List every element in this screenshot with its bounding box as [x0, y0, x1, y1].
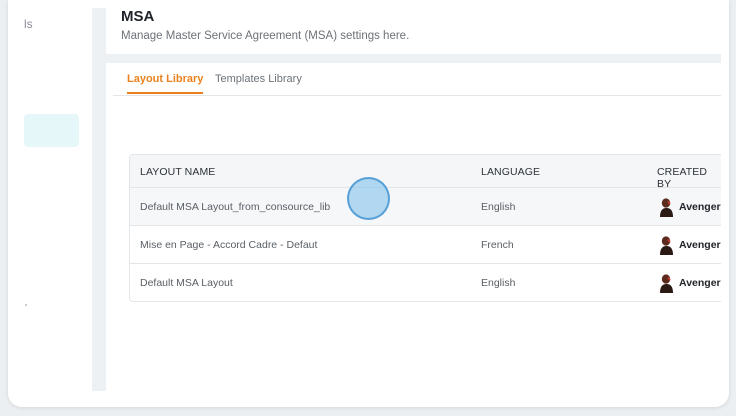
user-avatar-icon	[658, 197, 675, 217]
column-header-language[interactable]: LANGUAGE	[481, 166, 540, 178]
page-subtitle: Manage Master Service Agreement (MSA) se…	[121, 30, 410, 42]
user-avatar-icon	[658, 273, 675, 293]
table-row[interactable]: Default MSA Layout_from_consource_lib En…	[130, 188, 721, 226]
created-by-cell: Avenger	[658, 235, 721, 255]
user-avatar-icon	[658, 235, 675, 255]
language-cell: English	[481, 277, 516, 289]
column-header-layout-name[interactable]: LAYOUT NAME	[140, 166, 215, 178]
table-row[interactable]: Default MSA Layout English Avenger	[130, 264, 721, 301]
sidebar: ls	[8, 0, 93, 407]
click-indicator	[347, 177, 390, 220]
layout-name-cell: Default MSA Layout	[140, 277, 233, 289]
layouts-table: LAYOUT NAME LANGUAGE CREATED BY Default …	[129, 154, 721, 302]
layout-name-cell: Mise en Page - Accord Cadre - Defaut	[140, 239, 318, 251]
layout-name-cell: Default MSA Layout_from_consource_lib	[140, 201, 331, 213]
main-content: MSA Manage Master Service Agreement (MSA…	[106, 0, 721, 407]
tab-templates-library[interactable]: Templates Library	[215, 73, 302, 92]
creator-name: Avenger	[679, 239, 721, 251]
tab-layout-library[interactable]: Layout Library	[127, 73, 204, 94]
sidebar-divider	[92, 8, 106, 391]
page-title: MSA	[121, 8, 155, 25]
created-by-cell: Avenger	[658, 273, 721, 293]
table-row[interactable]: Mise en Page - Accord Cadre - Defaut Fre…	[130, 226, 721, 264]
header-divider	[106, 54, 721, 63]
sidebar-item-label[interactable]: ls	[24, 17, 33, 31]
sidebar-dot	[25, 304, 27, 306]
creator-name: Avenger	[679, 277, 721, 289]
sidebar-item-active[interactable]	[24, 114, 79, 147]
creator-name: Avenger	[679, 201, 721, 213]
table-header: LAYOUT NAME LANGUAGE CREATED BY	[130, 155, 721, 190]
tab-bar: Layout Library Templates Library	[113, 63, 721, 96]
language-cell: French	[481, 239, 514, 251]
created-by-cell: Avenger	[658, 197, 721, 217]
column-header-created-by[interactable]: CREATED BY	[657, 166, 721, 190]
language-cell: English	[481, 201, 516, 213]
